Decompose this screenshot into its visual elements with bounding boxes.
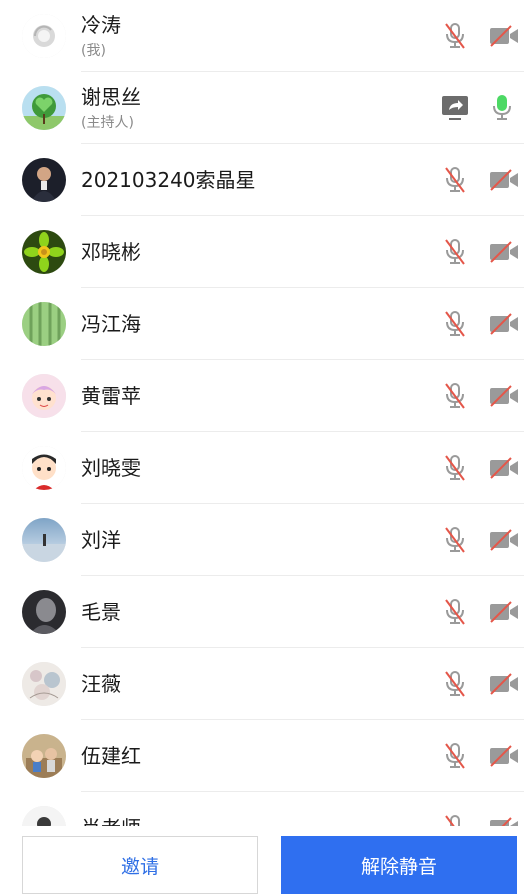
video-off-icon[interactable]: [489, 25, 519, 47]
participant-row[interactable]: 汪薇: [0, 648, 524, 720]
screen-share-icon[interactable]: [441, 94, 469, 122]
participant-role: (主持人): [81, 115, 134, 131]
avatar: [22, 158, 66, 202]
participant-name: 202103240索晶星: [81, 168, 256, 192]
participant-row[interactable]: 肖老师: [0, 792, 524, 826]
mic-off-icon[interactable]: [444, 166, 466, 194]
mic-off-icon[interactable]: [444, 598, 466, 626]
participant-name: 刘洋: [81, 528, 121, 552]
participant-row[interactable]: 谢思丝 (主持人): [0, 72, 524, 144]
participant-role: (我): [81, 43, 106, 59]
avatar: [22, 734, 66, 778]
participant-name: 黄雷苹: [81, 384, 141, 408]
mic-off-icon[interactable]: [444, 238, 466, 266]
avatar: [22, 302, 66, 346]
video-off-icon[interactable]: [489, 241, 519, 263]
participant-name: 邓晓彬: [81, 240, 141, 264]
avatar: [22, 518, 66, 562]
participant-row[interactable]: 刘晓雯: [0, 432, 524, 504]
video-off-icon[interactable]: [489, 745, 519, 767]
invite-button[interactable]: 邀请: [22, 836, 258, 894]
avatar: [22, 590, 66, 634]
participant-row[interactable]: 冯江海: [0, 288, 524, 360]
mic-off-icon[interactable]: [444, 310, 466, 338]
video-off-icon[interactable]: [489, 313, 519, 335]
participant-name: 伍建红: [81, 744, 141, 768]
participant-row[interactable]: 冷涛 (我): [0, 0, 524, 72]
bottom-action-bar: 邀请 解除静音: [0, 826, 524, 894]
participant-name: 冷涛: [81, 13, 121, 37]
participant-row[interactable]: 邓晓彬: [0, 216, 524, 288]
mic-off-icon[interactable]: [444, 22, 466, 50]
video-off-icon[interactable]: [489, 457, 519, 479]
avatar: [22, 230, 66, 274]
participant-list[interactable]: 冷涛 (我) 谢思丝 (主持人) 202103240索晶星 邓晓彬 冯江海 黄雷…: [0, 0, 524, 826]
video-off-icon[interactable]: [489, 673, 519, 695]
participant-row[interactable]: 伍建红: [0, 720, 524, 792]
mic-off-icon[interactable]: [444, 382, 466, 410]
participant-row[interactable]: 刘洋: [0, 504, 524, 576]
video-off-icon[interactable]: [489, 529, 519, 551]
participant-row[interactable]: 黄雷苹: [0, 360, 524, 432]
participant-row[interactable]: 202103240索晶星: [0, 144, 524, 216]
participant-name: 毛景: [81, 600, 121, 624]
participant-row[interactable]: 毛景: [0, 576, 524, 648]
mic-on-icon[interactable]: [491, 94, 513, 122]
participant-name: 冯江海: [81, 312, 141, 336]
avatar: [22, 86, 66, 130]
mic-off-icon[interactable]: [444, 670, 466, 698]
video-off-icon[interactable]: [489, 817, 519, 826]
avatar: [22, 806, 66, 826]
mic-off-icon[interactable]: [444, 526, 466, 554]
video-off-icon[interactable]: [489, 169, 519, 191]
participant-name: 刘晓雯: [81, 456, 141, 480]
avatar: [22, 374, 66, 418]
video-off-icon[interactable]: [489, 601, 519, 623]
participant-name: 汪薇: [81, 672, 121, 696]
avatar: [22, 14, 66, 58]
unmute-button[interactable]: 解除静音: [281, 836, 517, 894]
avatar: [22, 446, 66, 490]
mic-off-icon[interactable]: [444, 814, 466, 826]
participant-name: 肖老师: [81, 812, 141, 826]
avatar: [22, 662, 66, 706]
video-off-icon[interactable]: [489, 385, 519, 407]
mic-off-icon[interactable]: [444, 742, 466, 770]
participant-name: 谢思丝: [81, 85, 141, 109]
mic-off-icon[interactable]: [444, 454, 466, 482]
